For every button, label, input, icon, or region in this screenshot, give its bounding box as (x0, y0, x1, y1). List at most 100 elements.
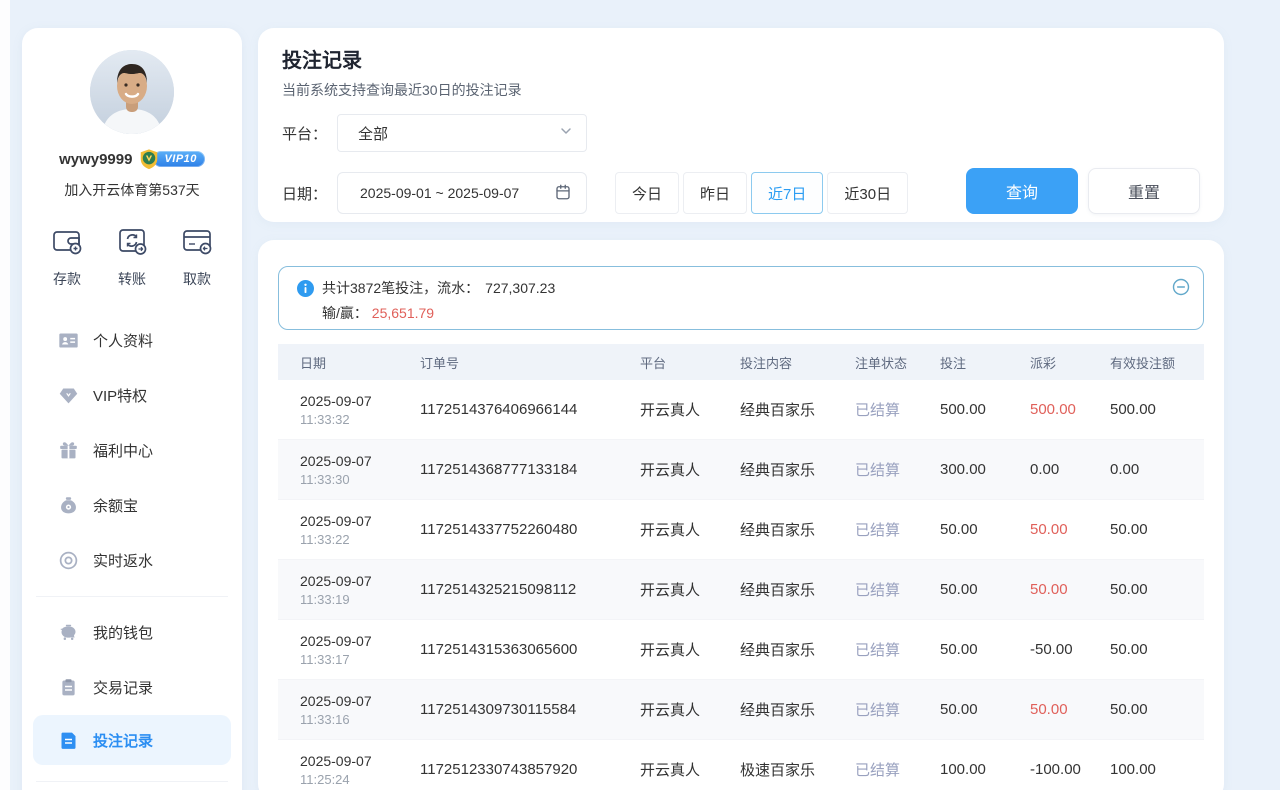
header-platform: 平台 (640, 353, 740, 372)
header-status: 注单状态 (855, 353, 940, 372)
cell-order-number: 1172512330743857920 (420, 761, 640, 778)
cell-payout: 500.00 (1030, 401, 1110, 418)
cell-payout: -50.00 (1030, 641, 1110, 658)
cell-status: 已结算 (855, 459, 940, 480)
cell-bet-content: 经典百家乐 (740, 699, 855, 720)
sidebar-item-bet-records[interactable]: 投注记录 (33, 715, 231, 765)
quick-range-group: 今日 昨日 近7日 近30日 (615, 172, 908, 214)
cell-bet-amount: 50.00 (940, 641, 1030, 658)
cell-platform: 开云真人 (640, 399, 740, 420)
sidebar: wywy9999 VIP10 加入开云体育第537天 (22, 28, 242, 790)
withdraw-icon (180, 224, 214, 263)
vip-shield-icon (138, 148, 160, 170)
platform-selected-value: 全部 (358, 123, 388, 144)
cell-bet-content: 经典百家乐 (740, 519, 855, 540)
sidebar-item-rebate[interactable]: 实时返水 (22, 533, 242, 588)
piggy-bank-icon (58, 622, 79, 643)
transfer-label: 转账 (118, 269, 146, 289)
sidebar-item-yuebao[interactable]: 余额宝 (22, 478, 242, 533)
summary-winloss-value: 25,651.79 (372, 305, 434, 321)
bet-records-icon (58, 730, 79, 751)
sidebar-item-label: 投注记录 (93, 730, 153, 751)
sidebar-item-label: 个人资料 (93, 330, 153, 351)
sidebar-item-vip[interactable]: VIP特权 (22, 368, 242, 423)
cell-date: 2025-09-0711:33:17 (300, 632, 420, 668)
cell-platform: 开云真人 (640, 639, 740, 660)
cell-payout: 50.00 (1030, 581, 1110, 598)
header-order: 订单号 (420, 353, 640, 372)
sidebar-item-transactions[interactable]: 交易记录 (22, 660, 242, 715)
withdraw-button[interactable]: 取款 (180, 224, 214, 289)
username: wywy9999 (59, 151, 132, 168)
cell-date: 2025-09-0711:33:16 (300, 692, 420, 728)
table-row: 2025-09-0711:33:191172514325215098112开云真… (278, 560, 1204, 620)
vip-privilege-icon (58, 385, 79, 406)
sidebar-item-label: 余额宝 (93, 495, 138, 516)
header-date: 日期 (300, 353, 420, 372)
date-label: 日期： (282, 183, 327, 204)
avatar[interactable] (90, 50, 174, 134)
cell-platform: 开云真人 (640, 759, 740, 780)
table-row: 2025-09-0711:33:221172514337752260480开云真… (278, 500, 1204, 560)
cell-valid-amount: 100.00 (1110, 761, 1204, 778)
collapse-banner-icon[interactable] (1171, 277, 1191, 297)
platform-label: 平台： (282, 123, 327, 144)
date-range-value: 2025-09-01 ~ 2025-09-07 (360, 185, 519, 201)
cell-status: 已结算 (855, 699, 940, 720)
sidebar-item-wallet[interactable]: 我的钱包 (22, 605, 242, 660)
cell-status: 已结算 (855, 519, 940, 540)
bet-records-table: 日期 订单号 平台 投注内容 注单状态 投注 派彩 有效投注额 2025-09-… (278, 344, 1204, 790)
page-title: 投注记录 (282, 44, 362, 73)
query-button[interactable]: 查询 (966, 168, 1078, 214)
table-row: 2025-09-0711:33:171172514315363065600开云真… (278, 620, 1204, 680)
money-pouch-icon (58, 495, 79, 516)
cell-valid-amount: 50.00 (1110, 521, 1204, 538)
cell-bet-amount: 50.00 (940, 581, 1030, 598)
cell-platform: 开云真人 (640, 579, 740, 600)
deposit-label: 存款 (53, 269, 81, 289)
cell-payout: -100.00 (1030, 761, 1110, 778)
cell-status: 已结算 (855, 639, 940, 660)
date-range-input[interactable]: 2025-09-01 ~ 2025-09-07 (337, 172, 587, 214)
cell-payout: 50.00 (1030, 521, 1110, 538)
result-card: 共计3872笔投注，流水： 727,307.23 输/赢： 25,651.79 … (258, 240, 1224, 790)
table-row: 2025-09-0711:33:161172514309730115584开云真… (278, 680, 1204, 740)
cell-date: 2025-09-0711:33:19 (300, 572, 420, 608)
deposit-icon (50, 224, 84, 263)
cell-bet-amount: 50.00 (940, 701, 1030, 718)
vip-level-label: VIP10 (153, 151, 204, 167)
cell-valid-amount: 50.00 (1110, 641, 1204, 658)
platform-select[interactable]: 全部 (337, 114, 587, 152)
sidebar-item-welfare[interactable]: 福利中心 (22, 423, 242, 478)
join-days-text: 加入开云体育第537天 (22, 180, 242, 200)
cell-order-number: 1172514309730115584 (420, 701, 640, 718)
cell-date: 2025-09-0711:25:24 (300, 752, 420, 788)
platform-filter-row: 平台： 全部 (282, 114, 587, 152)
header-valid: 有效投注额 (1110, 353, 1204, 372)
cell-payout: 0.00 (1030, 461, 1110, 478)
range-today-button[interactable]: 今日 (615, 172, 679, 214)
page-subtitle: 当前系统支持查询最近30日的投注记录 (282, 80, 522, 100)
cell-valid-amount: 500.00 (1110, 401, 1204, 418)
cell-bet-amount: 100.00 (940, 761, 1030, 778)
cell-order-number: 1172514376406966144 (420, 401, 640, 418)
gift-icon (58, 440, 79, 461)
cell-order-number: 1172514337752260480 (420, 521, 640, 538)
cell-platform: 开云真人 (640, 459, 740, 480)
transfer-button[interactable]: 转账 (115, 224, 149, 289)
cell-valid-amount: 0.00 (1110, 461, 1204, 478)
cell-date: 2025-09-0711:33:30 (300, 452, 420, 488)
deposit-button[interactable]: 存款 (50, 224, 84, 289)
range-7days-button[interactable]: 近7日 (751, 172, 823, 214)
cell-bet-content: 经典百家乐 (740, 399, 855, 420)
sidebar-divider (36, 596, 228, 597)
table-row: 2025-09-0711:25:241172512330743857920开云真… (278, 740, 1204, 790)
rebate-icon (58, 550, 79, 571)
sidebar-item-label: VIP特权 (93, 385, 147, 406)
chevron-down-icon (558, 123, 574, 143)
cell-valid-amount: 50.00 (1110, 581, 1204, 598)
range-30days-button[interactable]: 近30日 (827, 172, 908, 214)
sidebar-item-profile[interactable]: 个人资料 (22, 313, 242, 368)
range-yesterday-button[interactable]: 昨日 (683, 172, 747, 214)
reset-button[interactable]: 重置 (1088, 168, 1200, 214)
